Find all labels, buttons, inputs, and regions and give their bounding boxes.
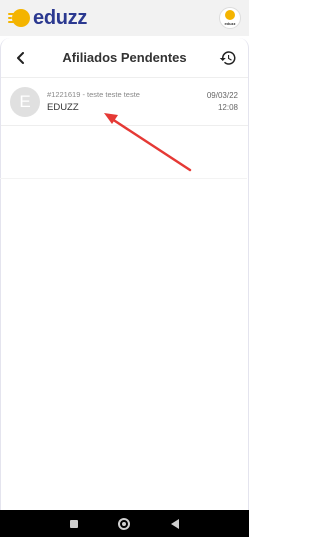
profile-avatar[interactable]: eduzz [219,7,241,29]
eduzz-logo-icon [8,7,30,29]
back-nav-button[interactable] [170,518,179,529]
back-button[interactable] [11,48,31,68]
list-item[interactable]: E #1221619 - teste teste teste EDUZZ 09/… [1,78,248,126]
recent-apps-button[interactable] [70,519,79,528]
brand-name: eduzz [33,6,88,29]
history-icon [219,50,236,65]
list-item-subtitle: #1221619 - teste teste teste [47,90,140,99]
eduzz-logo-icon [225,9,235,20]
panel-header: Afiliados Pendentes [1,38,248,78]
list-item-date: 09/03/22 [206,91,238,100]
page-title: Afiliados Pendentes [62,50,187,65]
list-item-meta: 09/03/22 12:08 [207,91,238,112]
home-button[interactable] [118,517,131,530]
avatar: E [10,86,40,117]
divider [0,178,247,179]
avatar-label: eduzz [224,20,236,26]
pending-affiliates-panel: Afiliados Pendentes E #1221619 - teste t… [0,38,249,510]
chevron-left-icon [17,51,24,64]
history-button[interactable] [218,48,238,68]
list-item-text: #1221619 - teste teste teste EDUZZ [47,90,207,113]
brand-logo: eduzz [8,7,87,30]
system-nav-bar [0,510,249,537]
list-item-time: 12:08 [217,103,238,112]
list-item-name: EDUZZ [47,102,79,113]
app-top-bar: eduzz eduzz [0,0,249,36]
